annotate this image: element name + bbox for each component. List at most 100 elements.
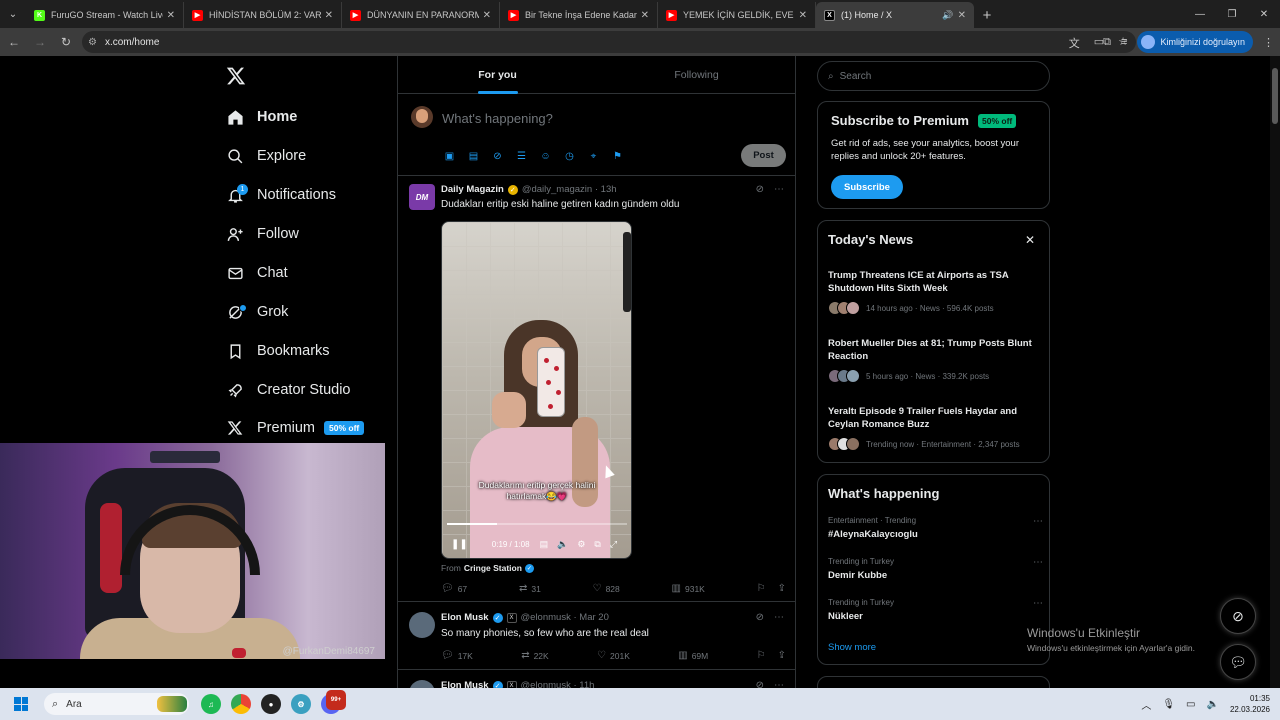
- audio-playing-icon[interactable]: 🔊: [942, 10, 953, 21]
- browser-tab[interactable]: ▶ DÜNYANIN EN PARANORMAL... ✕: [342, 2, 500, 28]
- fullscreen-icon[interactable]: ⤢: [610, 539, 617, 550]
- close-window-icon[interactable]: ✕: [1248, 0, 1280, 28]
- browser-tab[interactable]: ▶ Bir Tekne İnşa Edene Kadar Bir... ✕: [500, 2, 658, 28]
- nav-home[interactable]: Home: [226, 105, 297, 129]
- scrollbar-thumb[interactable]: [1272, 68, 1278, 124]
- reload-icon[interactable]: ↻: [54, 30, 78, 54]
- discord-icon[interactable]: ◉99+: [321, 690, 346, 714]
- source-name[interactable]: Cringe Station: [464, 563, 522, 573]
- reply-button[interactable]: 💬︎ 67: [441, 583, 467, 594]
- extensions-icon[interactable]: ⧉: [1103, 36, 1111, 49]
- author-avatar[interactable]: DM: [409, 184, 435, 210]
- captions-icon[interactable]: ▤: [540, 539, 549, 550]
- emoji-icon[interactable]: ☺: [538, 149, 553, 164]
- restore-icon[interactable]: ❐: [1216, 0, 1248, 28]
- author-name[interactable]: Elon Musk: [441, 680, 489, 688]
- profile-button[interactable]: Kimliğinizi doğrulayın: [1137, 31, 1253, 53]
- like-button[interactable]: ♡ 828: [593, 583, 620, 594]
- nav-premium[interactable]: Premium 50% off: [226, 416, 365, 440]
- more-options-icon[interactable]: ⋯: [1033, 557, 1043, 568]
- schedule-icon[interactable]: ◷: [562, 149, 577, 164]
- reply-button[interactable]: 💬︎ 17K: [441, 650, 473, 661]
- more-options-icon[interactable]: ⋯: [1033, 516, 1043, 527]
- spotify-icon[interactable]: ♫: [201, 694, 221, 714]
- compose-input[interactable]: What's happening?: [442, 111, 553, 126]
- author-handle[interactable]: @elonmusk: [521, 612, 571, 623]
- address-bar[interactable]: ⚙ x.com/home 文 ▭ ☆: [82, 31, 1136, 53]
- network-icon[interactable]: ▭: [1186, 699, 1195, 710]
- author-avatar[interactable]: [409, 612, 435, 638]
- video-player[interactable]: Dudaklarımı eritip gerçek halini hatırla…: [441, 221, 632, 559]
- post-time[interactable]: 13h: [601, 184, 617, 195]
- post[interactable]: Elon Musk ✓ X @elonmusk · 11h ⊘ ⋯: [398, 670, 795, 688]
- trend-item[interactable]: Trending in Turkey Nükleer ⋯: [828, 598, 1043, 622]
- tab-for-you[interactable]: For you: [398, 56, 597, 94]
- grok-compose-icon[interactable]: ⊘: [490, 149, 505, 164]
- video-progress-bar[interactable]: [447, 523, 627, 525]
- taskbar-search[interactable]: ⌕ Ara: [44, 693, 189, 715]
- translate-icon[interactable]: 文: [1069, 35, 1080, 51]
- author-handle[interactable]: @elonmusk: [521, 680, 571, 688]
- gif-icon[interactable]: ▤: [466, 149, 481, 164]
- bookmark-icon[interactable]: ⚐: [757, 583, 766, 594]
- share-icon[interactable]: ⇪: [778, 583, 786, 594]
- grok-explain-icon[interactable]: ⊘: [756, 612, 764, 623]
- flag-icon[interactable]: ⚑: [610, 149, 625, 164]
- microphone-icon[interactable]: 🎙︎: [1162, 699, 1175, 710]
- like-button[interactable]: ♡ 201K: [597, 650, 630, 661]
- close-tab-icon[interactable]: ✕: [958, 10, 966, 21]
- menu-icon[interactable]: ⋮: [1263, 36, 1274, 49]
- post[interactable]: DM Daily Magazin ✓ @daily_magazin · 13h …: [398, 176, 795, 602]
- x-logo-icon[interactable]: [226, 66, 246, 86]
- browser-tab[interactable]: ▶ YEMEK İÇİN GELDİK, EVE ALMA... ✕: [658, 2, 816, 28]
- trend-item[interactable]: Entertainment · Trending #AleynaKalaycıo…: [828, 516, 1043, 540]
- more-options-icon[interactable]: ⋯: [774, 680, 784, 688]
- author-name[interactable]: Daily Magazin: [441, 184, 504, 195]
- close-tab-icon[interactable]: ✕: [325, 10, 333, 21]
- settings-app-icon[interactable]: ⚙: [291, 694, 311, 714]
- back-icon[interactable]: ←: [2, 30, 26, 54]
- location-icon[interactable]: ⌖: [586, 149, 601, 164]
- close-icon[interactable]: ✕: [1025, 233, 1035, 247]
- search-input[interactable]: ⌕ Search: [817, 61, 1050, 91]
- share-icon[interactable]: ⇪: [778, 650, 786, 661]
- app-icon[interactable]: ●: [261, 694, 281, 714]
- news-item[interactable]: Robert Mueller Dies at 81; Trump Posts B…: [828, 337, 1043, 383]
- author-avatar[interactable]: [409, 680, 435, 688]
- nav-chat[interactable]: Chat: [226, 261, 288, 285]
- close-tab-icon[interactable]: ✕: [641, 10, 649, 21]
- bookmark-icon[interactable]: ⚐: [757, 650, 766, 661]
- close-tab-icon[interactable]: ✕: [799, 10, 807, 21]
- author-name[interactable]: Elon Musk: [441, 612, 489, 623]
- media-control-icon[interactable]: ≡: [1121, 36, 1127, 48]
- post-button[interactable]: Post: [741, 144, 786, 167]
- nav-explore[interactable]: Explore: [226, 144, 306, 168]
- more-options-icon[interactable]: ⋯: [774, 612, 784, 623]
- user-avatar[interactable]: [411, 106, 433, 128]
- post[interactable]: Elon Musk ✓ X @elonmusk · Mar 20 ⊘ ⋯ So …: [398, 602, 795, 670]
- nav-grok[interactable]: Grok: [226, 300, 288, 324]
- grok-fab-button[interactable]: ⊘: [1220, 598, 1256, 634]
- settings-icon[interactable]: ⚙: [577, 539, 585, 550]
- post-time[interactable]: 11h: [579, 680, 594, 688]
- trend-item[interactable]: Trending in Turkey Demir Kubbe ⋯: [828, 557, 1043, 581]
- close-tab-icon[interactable]: ✕: [167, 10, 175, 21]
- pause-icon[interactable]: ❚❚: [451, 539, 468, 550]
- nav-notifications[interactable]: 1 Notifications: [226, 183, 336, 207]
- minimize-icon[interactable]: —: [1184, 0, 1216, 28]
- image-icon[interactable]: ▣: [442, 149, 457, 164]
- nav-follow[interactable]: Follow: [226, 222, 299, 246]
- grok-explain-icon[interactable]: ⊘: [756, 680, 764, 688]
- news-item[interactable]: Yeraltı Episode 9 Trailer Fuels Haydar a…: [828, 405, 1043, 451]
- clock[interactable]: 01:35 22.03.2026: [1230, 693, 1270, 715]
- windows-start-icon[interactable]: [14, 697, 28, 711]
- chat-fab-button[interactable]: 💬︎: [1220, 644, 1256, 680]
- tab-search-button[interactable]: ⌄: [0, 0, 26, 28]
- speaker-icon[interactable]: 🔈: [1207, 699, 1219, 710]
- browser-tab-active[interactable]: X (1) Home / X 🔊 ✕: [816, 2, 974, 28]
- repost-button[interactable]: ⇄ 22K: [521, 650, 549, 661]
- pip-icon[interactable]: ⧉: [594, 539, 600, 550]
- nav-creator-studio[interactable]: Creator Studio: [226, 378, 351, 402]
- browser-tab[interactable]: ▶ HİNDİSTAN BÖLÜM 2: VARANASI ✕: [184, 2, 342, 28]
- repost-button[interactable]: ⇄ 31: [519, 583, 541, 594]
